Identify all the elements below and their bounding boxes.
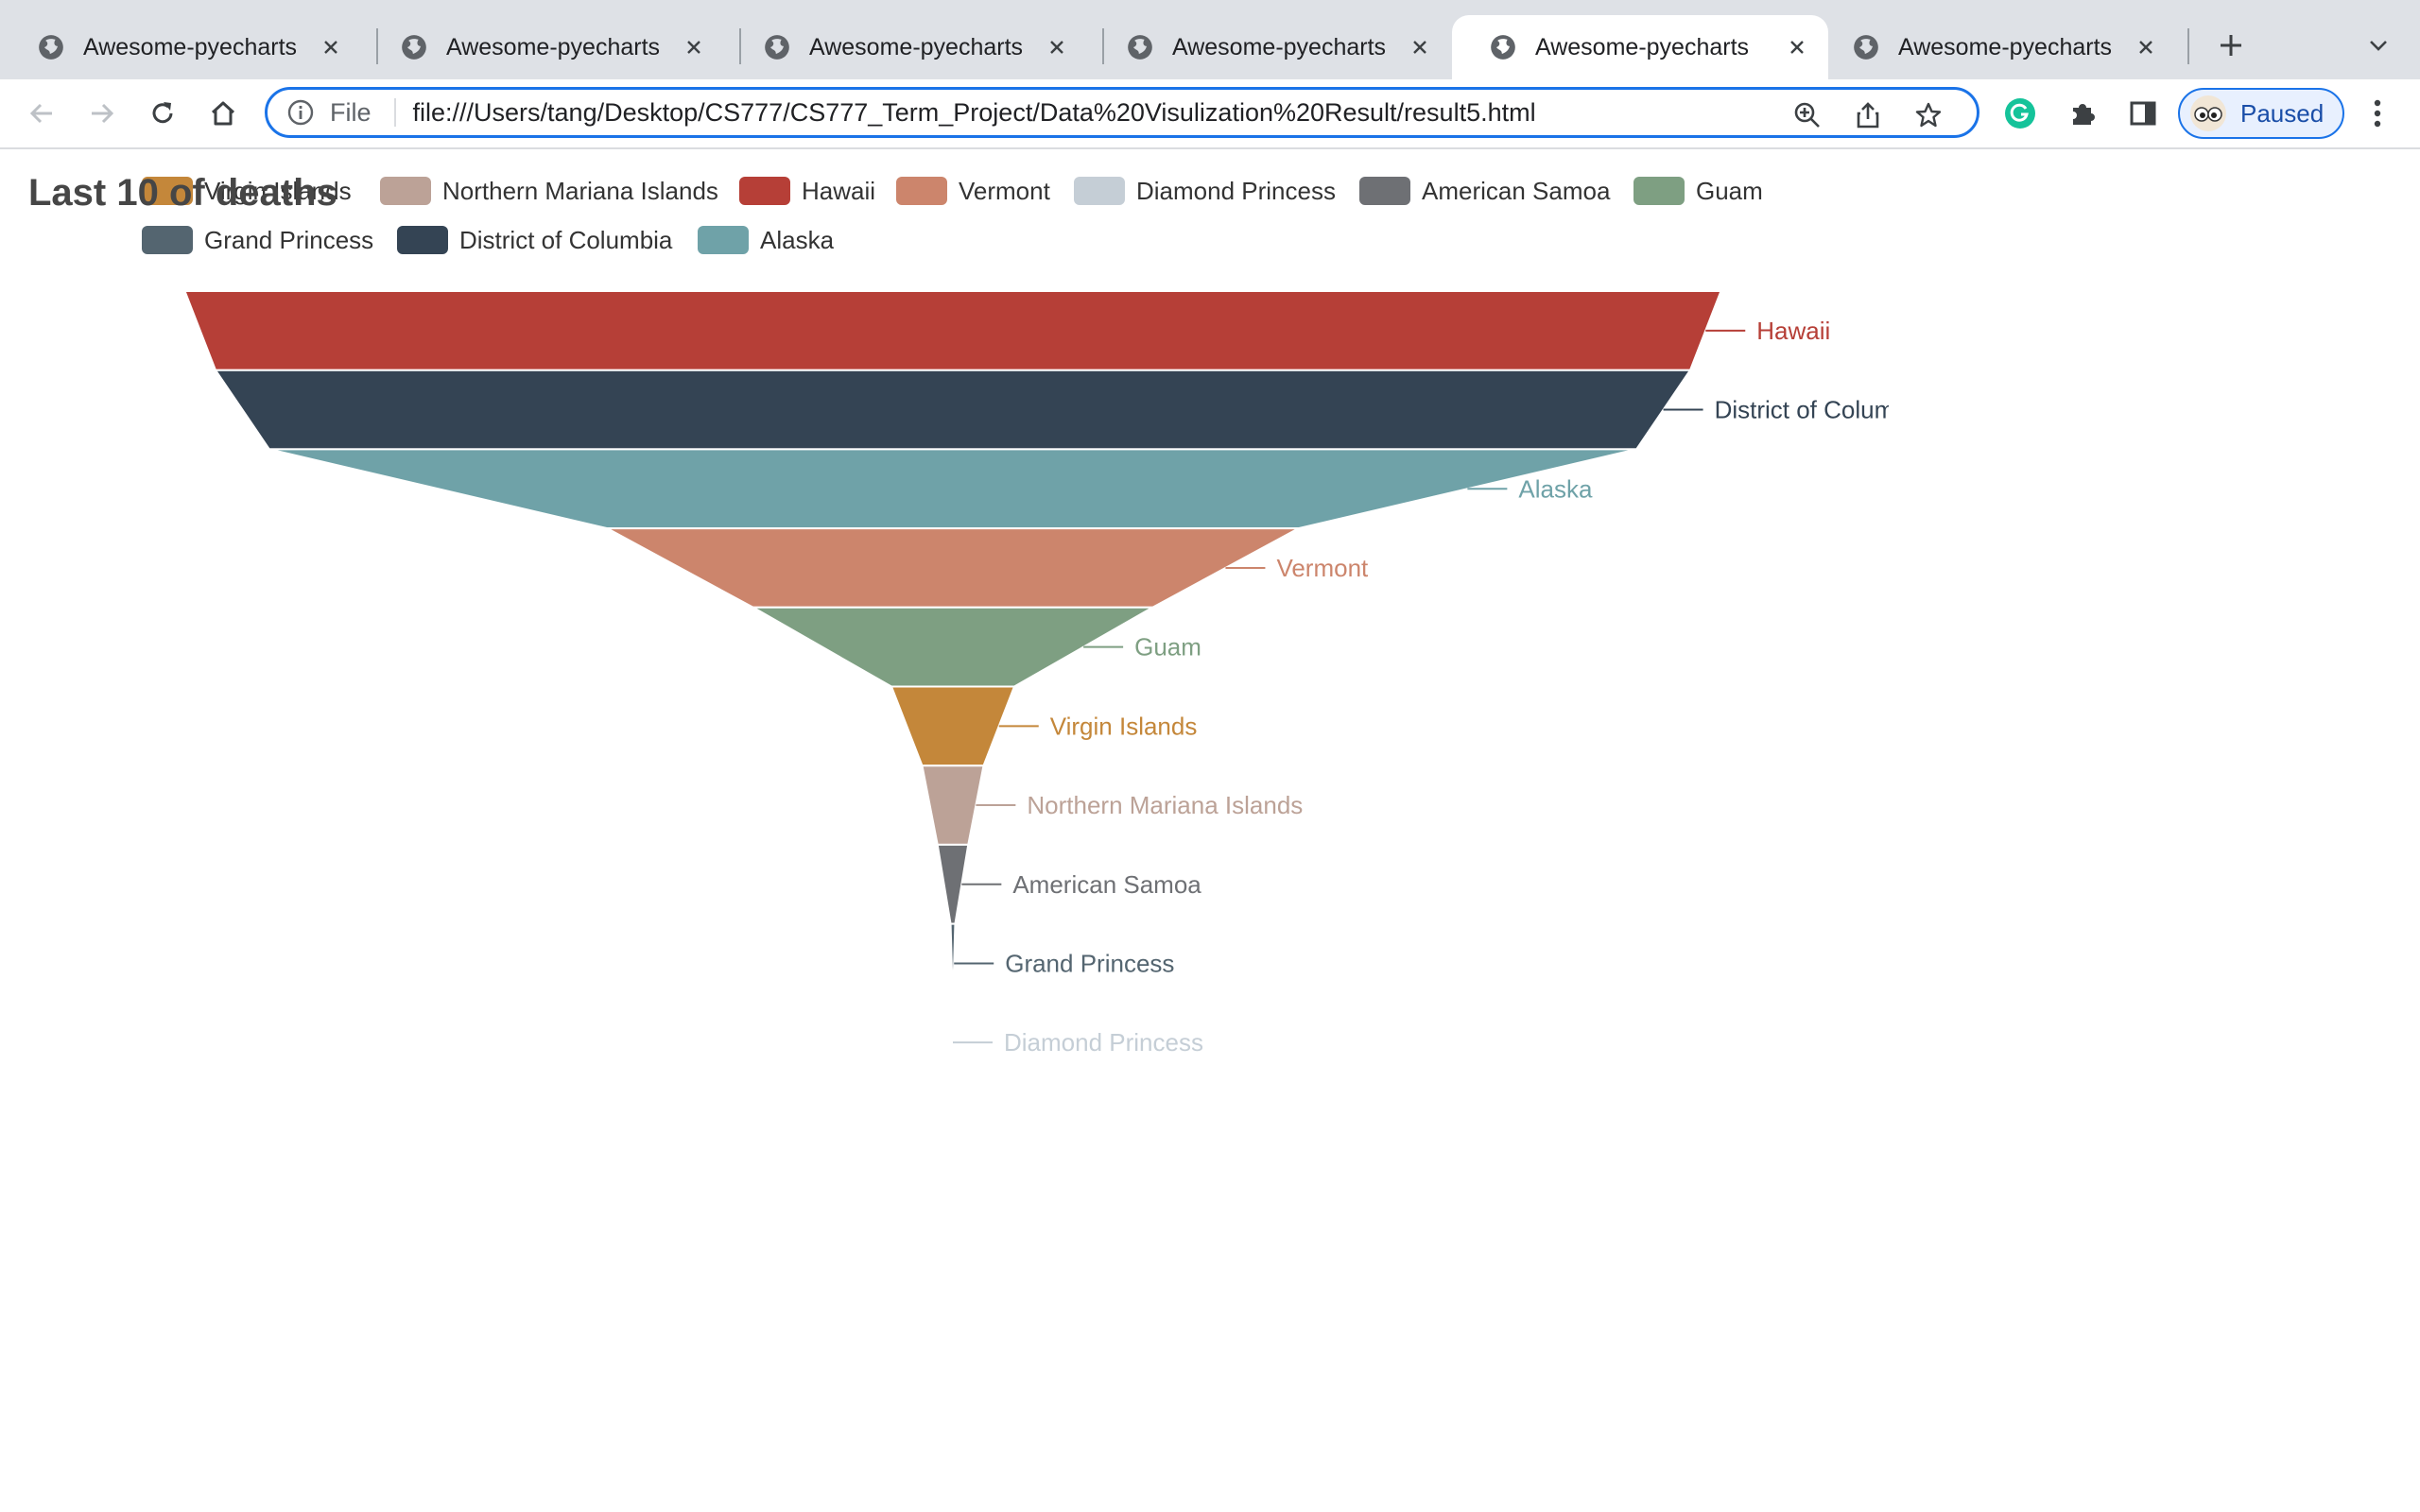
legend-item[interactable]: District of Columbia xyxy=(397,225,672,255)
funnel-label: Vermont xyxy=(1276,554,1369,582)
legend-swatch xyxy=(1074,177,1125,205)
funnel-segment[interactable] xyxy=(216,370,1690,450)
legend-item[interactable]: Diamond Princess xyxy=(1074,176,1336,206)
legend-swatch xyxy=(397,226,448,254)
legend-swatch xyxy=(739,177,790,205)
funnel-label: Virgin Islands xyxy=(1050,712,1198,740)
legend-swatch xyxy=(1634,177,1685,205)
funnel-segment[interactable] xyxy=(923,765,984,845)
funnel-label: Alaska xyxy=(1518,474,1593,503)
legend-swatch xyxy=(698,226,749,254)
legend-item[interactable]: Grand Princess xyxy=(142,225,373,255)
funnel-segment[interactable] xyxy=(891,687,1014,766)
legend-label: Diamond Princess xyxy=(1136,176,1336,205)
funnel-label: District of Columbia xyxy=(1715,396,1928,424)
funnel-label: Diamond Princess xyxy=(1004,1028,1203,1057)
legend-label: Alaska xyxy=(760,225,835,254)
funnel-label: Northern Mariana Islands xyxy=(1027,791,1303,819)
funnel-label: Hawaii xyxy=(1756,317,1830,345)
legend-label: Grand Princess xyxy=(204,225,374,254)
legend-item[interactable]: Hawaii xyxy=(739,176,875,206)
funnel-label: American Samoa xyxy=(1012,870,1201,899)
legend-item[interactable]: Guam xyxy=(1634,176,1763,206)
legend-swatch xyxy=(896,177,947,205)
legend-swatch xyxy=(142,226,193,254)
funnel-segment[interactable] xyxy=(607,528,1298,608)
chart-title: Last 10 of deaths xyxy=(28,172,337,214)
legend-label: Northern Mariana Islands xyxy=(442,176,718,205)
funnel-label: Grand Princess xyxy=(1005,949,1174,977)
legend-label: District of Columbia xyxy=(459,225,673,254)
legend-item[interactable]: Vermont xyxy=(896,176,1050,206)
legend-item[interactable]: Northern Mariana Islands xyxy=(380,176,718,206)
legend-item[interactable]: Alaska xyxy=(698,225,834,255)
legend-label: Hawaii xyxy=(802,176,876,205)
legend-label: Vermont xyxy=(959,176,1050,205)
legend-label: Guam xyxy=(1696,176,1763,205)
funnel-segment[interactable] xyxy=(269,449,1636,528)
legend-label: American Samoa xyxy=(1422,176,1611,205)
funnel-label: Guam xyxy=(1134,633,1201,662)
funnel-segment[interactable] xyxy=(185,291,1721,370)
legend-item[interactable]: American Samoa xyxy=(1359,176,1610,206)
legend-swatch xyxy=(380,177,431,205)
legend-swatch xyxy=(1359,177,1410,205)
